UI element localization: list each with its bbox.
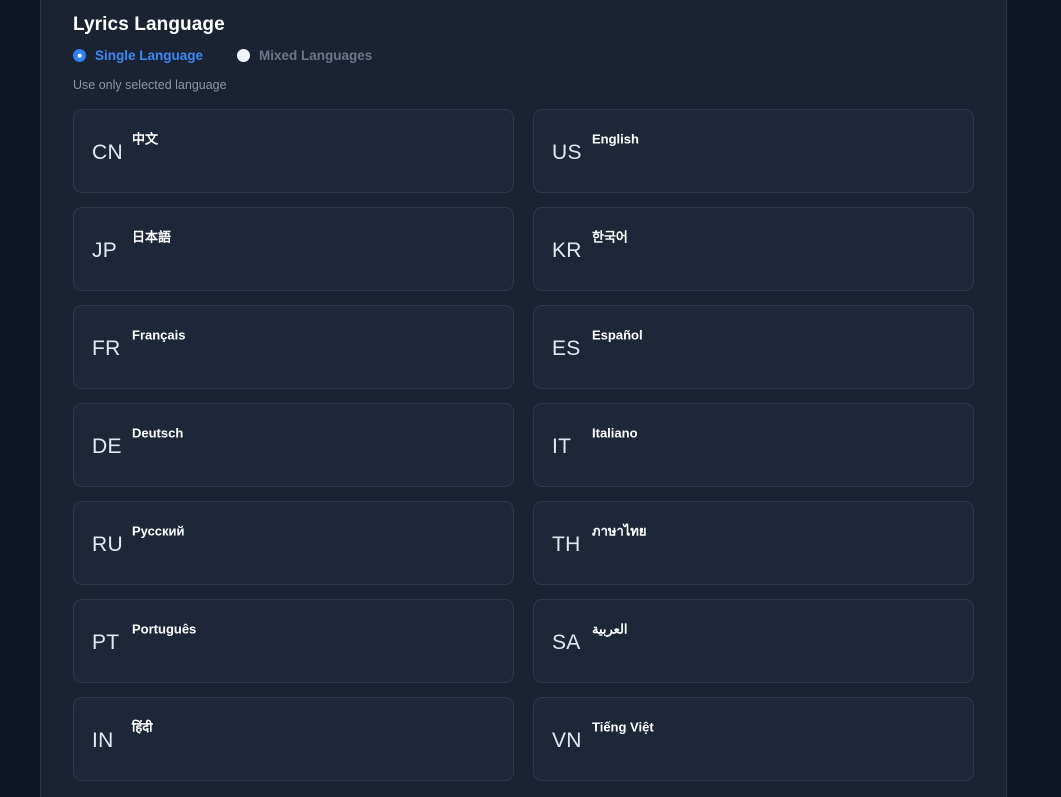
language-country-code: TH xyxy=(552,533,581,557)
page-title: Lyrics Language xyxy=(73,14,225,35)
app-root: Lyrics Language Single Language Mixed La… xyxy=(0,0,1061,797)
language-card-pt[interactable]: PT Português xyxy=(73,599,514,684)
language-card-kr[interactable]: KR 한국어 xyxy=(533,207,974,292)
language-native-name: 日本語 xyxy=(132,229,172,245)
language-card-ru[interactable]: RU Русский xyxy=(73,501,514,586)
mode-option-mixed-languages[interactable]: Mixed Languages xyxy=(237,49,372,63)
language-country-code: IT xyxy=(552,435,572,459)
language-country-code: PT xyxy=(92,631,120,655)
language-country-code: RU xyxy=(92,533,123,557)
language-native-name: Русский xyxy=(132,523,185,539)
language-native-name: Français xyxy=(132,327,186,343)
language-native-name: 한국어 xyxy=(592,229,628,245)
mode-hint-text: Use only selected language xyxy=(73,78,227,93)
language-country-code: JP xyxy=(92,239,118,263)
language-card-us[interactable]: US English xyxy=(533,109,974,194)
language-country-code: FR xyxy=(92,337,121,361)
language-country-code: KR xyxy=(552,239,582,263)
language-native-name: Deutsch xyxy=(132,425,184,441)
language-native-name: Tiếng Việt xyxy=(592,719,654,735)
language-country-code: US xyxy=(552,141,582,165)
language-card-vn[interactable]: VN Tiếng Việt xyxy=(533,697,974,782)
language-native-name: हिंदी xyxy=(132,719,153,735)
language-country-code: VN xyxy=(552,729,582,753)
language-card-sa[interactable]: SA العربية xyxy=(533,599,974,684)
language-native-name: Português xyxy=(132,621,197,637)
language-native-name: Español xyxy=(592,327,643,343)
language-native-name: ภาษาไทย xyxy=(592,523,647,539)
mode-option-single-language[interactable]: Single Language xyxy=(73,49,203,63)
language-native-name: العربية xyxy=(592,621,628,637)
language-native-name: English xyxy=(592,131,639,147)
language-native-name: Italiano xyxy=(592,425,638,441)
language-card-cn[interactable]: CN 中文 xyxy=(73,109,514,194)
language-grid: CN 中文 US English JP 日本語 KR 한국어 FR Français ES Españ… xyxy=(73,109,974,782)
language-card-in[interactable]: IN हिंदी xyxy=(73,697,514,782)
language-card-es[interactable]: ES Español xyxy=(533,305,974,390)
language-native-name: 中文 xyxy=(132,131,159,147)
lyrics-language-panel: Lyrics Language Single Language Mixed La… xyxy=(40,0,1007,797)
mode-mixed-languages-label: Mixed Languages xyxy=(259,47,373,63)
radio-single-language-icon[interactable] xyxy=(73,49,86,63)
language-card-th[interactable]: TH ภาษาไทย xyxy=(533,501,974,586)
language-country-code: ES xyxy=(552,337,581,361)
language-country-code: IN xyxy=(92,729,114,753)
language-card-de[interactable]: DE Deutsch xyxy=(73,403,514,488)
language-country-code: DE xyxy=(92,435,122,459)
language-card-fr[interactable]: FR Français xyxy=(73,305,514,390)
panel-inner: Lyrics Language Single Language Mixed La… xyxy=(41,0,1006,782)
language-country-code: CN xyxy=(92,141,123,165)
language-card-jp[interactable]: JP 日本語 xyxy=(73,207,514,292)
language-card-it[interactable]: IT Italiano xyxy=(533,403,974,488)
radio-mixed-languages-icon[interactable] xyxy=(237,49,251,63)
language-country-code: SA xyxy=(552,631,581,655)
mode-single-language-label: Single Language xyxy=(95,47,204,63)
language-mode-group: Single Language Mixed Languages xyxy=(73,49,974,63)
